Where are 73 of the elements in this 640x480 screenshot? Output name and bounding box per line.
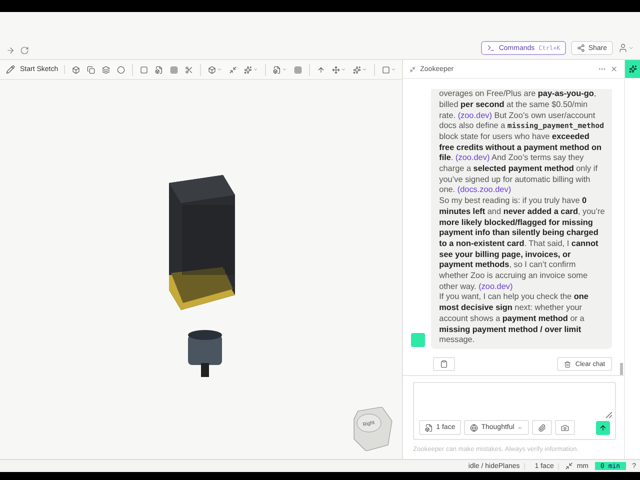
grid-icon bbox=[294, 66, 302, 74]
sparkles-icon bbox=[244, 66, 252, 74]
toolbar-button[interactable] bbox=[117, 66, 126, 74]
close-button[interactable] bbox=[610, 65, 618, 73]
caret-icon bbox=[341, 67, 346, 72]
minimize-icon bbox=[229, 66, 238, 74]
collapse-icon bbox=[409, 66, 416, 72]
layers-icon bbox=[102, 66, 110, 74]
toolbar-button[interactable] bbox=[294, 66, 302, 74]
source-link[interactable]: (zoo.dev) bbox=[478, 282, 513, 291]
toolbar-button[interactable] bbox=[229, 66, 238, 74]
caret-icon bbox=[517, 424, 524, 430]
scissors-icon bbox=[185, 66, 194, 74]
clipboard-icon bbox=[440, 360, 448, 368]
source-link[interactable]: (zoo.dev) bbox=[458, 110, 492, 120]
toolbar-button[interactable] bbox=[244, 66, 258, 74]
screenshot-button[interactable] bbox=[555, 420, 576, 435]
toolbar-button[interactable] bbox=[170, 66, 178, 74]
cube-icon bbox=[72, 66, 80, 74]
square-icon bbox=[382, 66, 390, 74]
toolbar-button[interactable] bbox=[87, 66, 96, 74]
caret-icon bbox=[253, 67, 258, 72]
box-icon bbox=[208, 66, 216, 74]
paperclip-icon bbox=[538, 424, 546, 432]
arrow-icon bbox=[6, 46, 15, 55]
terminal-icon bbox=[486, 44, 495, 52]
forward-button[interactable] bbox=[6, 46, 15, 55]
file-icon bbox=[273, 66, 282, 74]
scrollbar[interactable] bbox=[620, 363, 623, 375]
grid-icon bbox=[170, 66, 178, 74]
camera-icon bbox=[561, 424, 570, 432]
assistant-avatar bbox=[411, 333, 426, 347]
toolbar-button[interactable] bbox=[273, 66, 288, 74]
resize-grip-icon[interactable] bbox=[606, 412, 612, 418]
sparkles-icon bbox=[628, 65, 636, 73]
caret-icon bbox=[391, 67, 396, 72]
file-icon bbox=[155, 66, 164, 74]
reload-icon bbox=[20, 46, 29, 55]
caret-icon bbox=[362, 67, 368, 72]
toolbar-button[interactable] bbox=[317, 66, 326, 74]
share-icon bbox=[577, 44, 586, 52]
file-icon bbox=[425, 424, 434, 432]
message-paragraph: If you want, I can help you check the one most decisive sign next: whether your account shows a payment method or a missing payment method / over limit message. bbox=[439, 292, 590, 346]
copy-icon bbox=[87, 66, 96, 74]
move-icon bbox=[332, 66, 340, 74]
trash-icon bbox=[564, 360, 572, 368]
caret-icon bbox=[282, 67, 288, 72]
source-link[interactable]: (zoo.dev) bbox=[456, 153, 490, 162]
assistant-toggle-button[interactable] bbox=[625, 60, 640, 78]
user-menu-button[interactable] bbox=[618, 43, 634, 53]
toolbar-button[interactable] bbox=[208, 66, 222, 74]
close-icon bbox=[610, 65, 618, 73]
message-paragraph: So my best reading is: if you truly have 0 minutes left and never added a card, you’re more likely blocked/flagged for missing payment info than silently being charged to a non-existent card. That said, I cannot see your billing page, invoices, or payment methods, so I can’t confirm whether Zoo is accruing an invoice some other way. (zoo.dev) bbox=[439, 196, 606, 292]
pencil-icon bbox=[6, 65, 15, 74]
caret-icon bbox=[628, 45, 634, 51]
user-icon bbox=[618, 43, 628, 53]
reload-button[interactable] bbox=[20, 46, 29, 55]
square-icon bbox=[140, 66, 148, 74]
toolbar-button[interactable] bbox=[155, 66, 164, 74]
attach-button[interactable] bbox=[532, 420, 552, 435]
toolbar-button[interactable] bbox=[353, 66, 368, 74]
copy-button[interactable] bbox=[433, 357, 456, 371]
toolbar-button[interactable] bbox=[102, 66, 110, 74]
source-link[interactable]: (docs.zoo.dev) bbox=[457, 185, 512, 194]
globe-icon bbox=[470, 424, 478, 432]
send-button[interactable] bbox=[596, 420, 610, 434]
toolbar-button[interactable] bbox=[72, 66, 80, 74]
toolbar-button[interactable] bbox=[332, 66, 346, 74]
circle-icon bbox=[117, 66, 126, 74]
toolbar-button[interactable] bbox=[185, 66, 194, 74]
arrow-up-icon bbox=[599, 424, 607, 432]
arrow-icon bbox=[317, 66, 326, 74]
caret-icon bbox=[217, 67, 222, 72]
